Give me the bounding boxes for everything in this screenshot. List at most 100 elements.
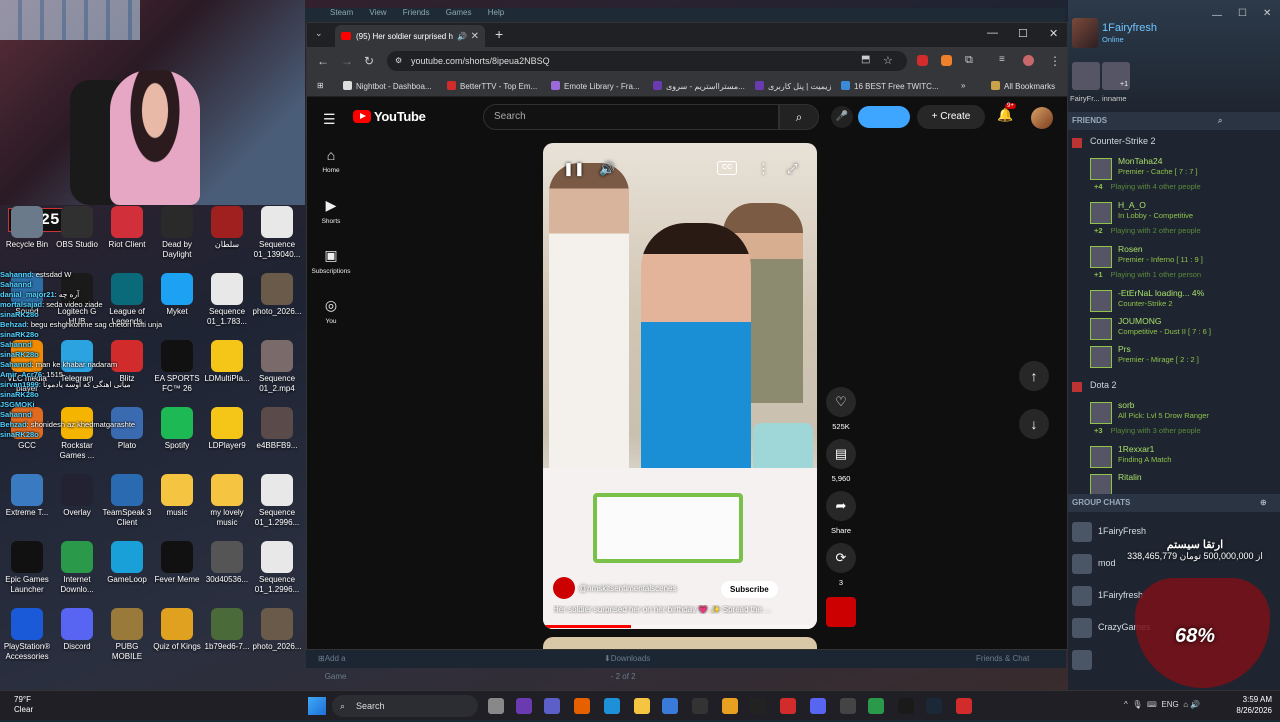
chrome-alt-icon[interactable]	[868, 698, 884, 714]
site-info-icon[interactable]: ⚙	[395, 51, 402, 71]
bookmark-twitch-list[interactable]: 16 BEST Free TWITC...	[841, 81, 939, 91]
panel-maximize-icon[interactable]: ☐	[1238, 8, 1247, 19]
close-window-icon[interactable]: ✕	[1049, 27, 1058, 40]
like-button[interactable]: ♡ 525K	[825, 387, 857, 431]
firefox-icon[interactable]	[574, 698, 590, 714]
friend-entry[interactable]: 1Rexxar1 Finding A Match	[1090, 444, 1275, 474]
app-icon-4[interactable]	[956, 698, 972, 714]
nav-shorts[interactable]: ▶ Shorts	[311, 197, 351, 225]
desktop-icon[interactable]: photo_2026...	[250, 273, 304, 317]
add-game-button[interactable]: ⊞ Add a Game	[318, 650, 347, 681]
weather-widget[interactable]: 79°F Clear	[14, 695, 33, 715]
share-button[interactable]: ➦ Share	[825, 491, 857, 535]
friend-entry[interactable]: -EtErNaL loading... 4% Counter-Strike 2	[1090, 288, 1275, 318]
youtube-logo[interactable]: YouTube	[353, 109, 426, 124]
nav-home[interactable]: ⌂ Home	[311, 147, 351, 174]
panel-close-icon[interactable]: ✕	[1263, 8, 1271, 19]
nav-subscriptions[interactable]: ▣ Subscriptions	[311, 247, 351, 275]
bookmark-star-icon[interactable]: ☆	[883, 54, 893, 67]
user-name[interactable]: 1Fairyfresh	[1102, 22, 1157, 34]
group-chat-avatar[interactable]	[1072, 618, 1092, 638]
group-chats-header[interactable]: GROUP CHATS ⊕	[1068, 494, 1280, 512]
friends-section-header[interactable]: FRIENDS ⌕	[1068, 112, 1280, 130]
group-chat-name[interactable]: 1Fairyfresh	[1098, 590, 1143, 600]
fullscreen-icon[interactable]: ⤢	[787, 161, 797, 177]
bookmark-emote-library[interactable]: Emote Library - Fra...	[551, 81, 640, 91]
voice-search-icon[interactable]: 🎤	[831, 106, 853, 128]
desktop-icon[interactable]: Sequence 01_1.783...	[200, 273, 254, 327]
edge-icon[interactable]	[604, 698, 620, 714]
youtube-avatar[interactable]	[1031, 107, 1053, 129]
recent-friend-avatar-1[interactable]	[1072, 62, 1100, 90]
pause-icon[interactable]: ❚❚	[563, 161, 585, 177]
bookmark-zimit[interactable]: زیمیت | پنل کاربری	[755, 81, 831, 91]
desktop-icon[interactable]: LDPlayer9	[200, 407, 254, 451]
desktop-icon[interactable]: Internet Downlo...	[50, 541, 104, 595]
desktop-icon[interactable]: Recycle Bin	[0, 206, 54, 250]
browser-tab[interactable]: (95) Her soldier surprised h 🔊 ✕	[335, 25, 485, 47]
group-chat-avatar[interactable]	[1072, 522, 1092, 542]
file-explorer-icon[interactable]	[634, 698, 650, 714]
tab-audio-icon[interactable]: 🔊	[457, 32, 467, 41]
app-icon-3[interactable]	[898, 698, 914, 714]
short-video-player[interactable]: ❚❚ 🔊 CC ⋮ ⤢ @nmskitsentimentalscenes Sub…	[543, 143, 817, 629]
desktop-icon[interactable]: Sequence 01_2.mp4	[250, 340, 304, 394]
teams-icon[interactable]	[544, 698, 560, 714]
extensions-puzzle-icon[interactable]: ⧉	[965, 54, 973, 67]
maximize-icon[interactable]: ☐	[1018, 27, 1028, 40]
group-chat-name[interactable]: 1FairyFresh	[1098, 526, 1146, 536]
comment-button[interactable]: ▤ 5,960	[825, 439, 857, 483]
downloads-status[interactable]: ⬇ Downloads - 2 of 2 Items Complete	[604, 650, 650, 717]
bookmarks-overflow-icon[interactable]: »	[961, 81, 965, 90]
desktop-icon[interactable]: PlayStation® Accessories	[0, 608, 54, 662]
desktop-icon[interactable]: Sequence 01_1.2996...	[250, 474, 304, 528]
extension-1-icon[interactable]	[917, 55, 928, 66]
all-bookmarks[interactable]: All Bookmarks	[991, 81, 1055, 91]
app-icon-2[interactable]	[840, 698, 856, 714]
taskbar-search[interactable]: ⌕ Search	[332, 695, 478, 717]
install-app-icon[interactable]: ⬒	[861, 54, 870, 65]
remix-button[interactable]: ⟳ 3	[825, 543, 857, 587]
reload-icon[interactable]: ↻	[364, 54, 374, 68]
tab-search-chevron-icon[interactable]: ⌄	[315, 28, 323, 39]
channel-link[interactable]: @nmskitsentimentalscenes	[553, 577, 677, 599]
desktop-icon[interactable]: Fever Meme	[150, 541, 204, 585]
search-icon[interactable]: ⌕	[779, 104, 819, 130]
extension-pill-button[interactable]	[858, 106, 910, 128]
next-short-preview[interactable]	[543, 637, 817, 649]
youtube-menu-icon[interactable]: ☰	[323, 111, 336, 128]
notifications-bell-icon[interactable]: 🔔 9+	[997, 103, 1016, 123]
friend-entry[interactable]: Prs Premier - Mirage [ 2 : 2 ]	[1090, 344, 1275, 374]
desktop-icon[interactable]: Riot Client	[100, 206, 154, 250]
desktop-icon[interactable]: Quiz of Kings	[150, 608, 204, 652]
more-options-icon[interactable]: ⋮	[757, 161, 770, 177]
group-chat-name[interactable]: mod	[1098, 558, 1116, 568]
reading-list-icon[interactable]: ≡	[999, 54, 1005, 65]
steam-menu-games[interactable]: Games	[446, 8, 472, 17]
browser-menu-icon[interactable]: ⋮	[1049, 54, 1061, 68]
desktop-icon[interactable]: سلطان	[200, 206, 254, 250]
nav-you[interactable]: ◎ You	[311, 297, 351, 325]
short-caption[interactable]: Her soldier surprised her on her birthda…	[553, 605, 813, 614]
store-icon[interactable]	[662, 698, 678, 714]
desktop-icon[interactable]: Sequence 01_1.2996...	[250, 541, 304, 595]
group-chat-avatar[interactable]	[1072, 554, 1092, 574]
create-button[interactable]: + Create	[917, 105, 985, 129]
address-bar[interactable]: ⚙ youtube.com/shorts/8ipeua2NBSQ	[387, 51, 907, 71]
desktop-icon[interactable]: GameLoop	[100, 541, 154, 585]
volume-icon[interactable]: 🔊	[599, 161, 615, 177]
desktop-icon[interactable]: LDMultiPla...	[200, 340, 254, 384]
steam-menu-friends[interactable]: Friends	[403, 8, 430, 17]
desktop-icon[interactable]: 1b79ed6-7...	[200, 608, 254, 652]
captions-icon[interactable]: CC	[717, 161, 737, 175]
desktop-icon[interactable]: Discord	[50, 608, 104, 652]
video-progress-bar[interactable]	[543, 625, 817, 628]
riot-taskbar-icon[interactable]	[780, 698, 796, 714]
steam-menu-view[interactable]: View	[369, 8, 386, 17]
copilot-icon[interactable]	[516, 698, 532, 714]
desktop-icon[interactable]: PUBG MOBILE	[100, 608, 154, 662]
app-icon-1[interactable]	[692, 698, 708, 714]
group-chat-avatar[interactable]	[1072, 586, 1092, 606]
task-view-icon[interactable]	[488, 698, 504, 714]
discord-taskbar-icon[interactable]	[810, 698, 826, 714]
